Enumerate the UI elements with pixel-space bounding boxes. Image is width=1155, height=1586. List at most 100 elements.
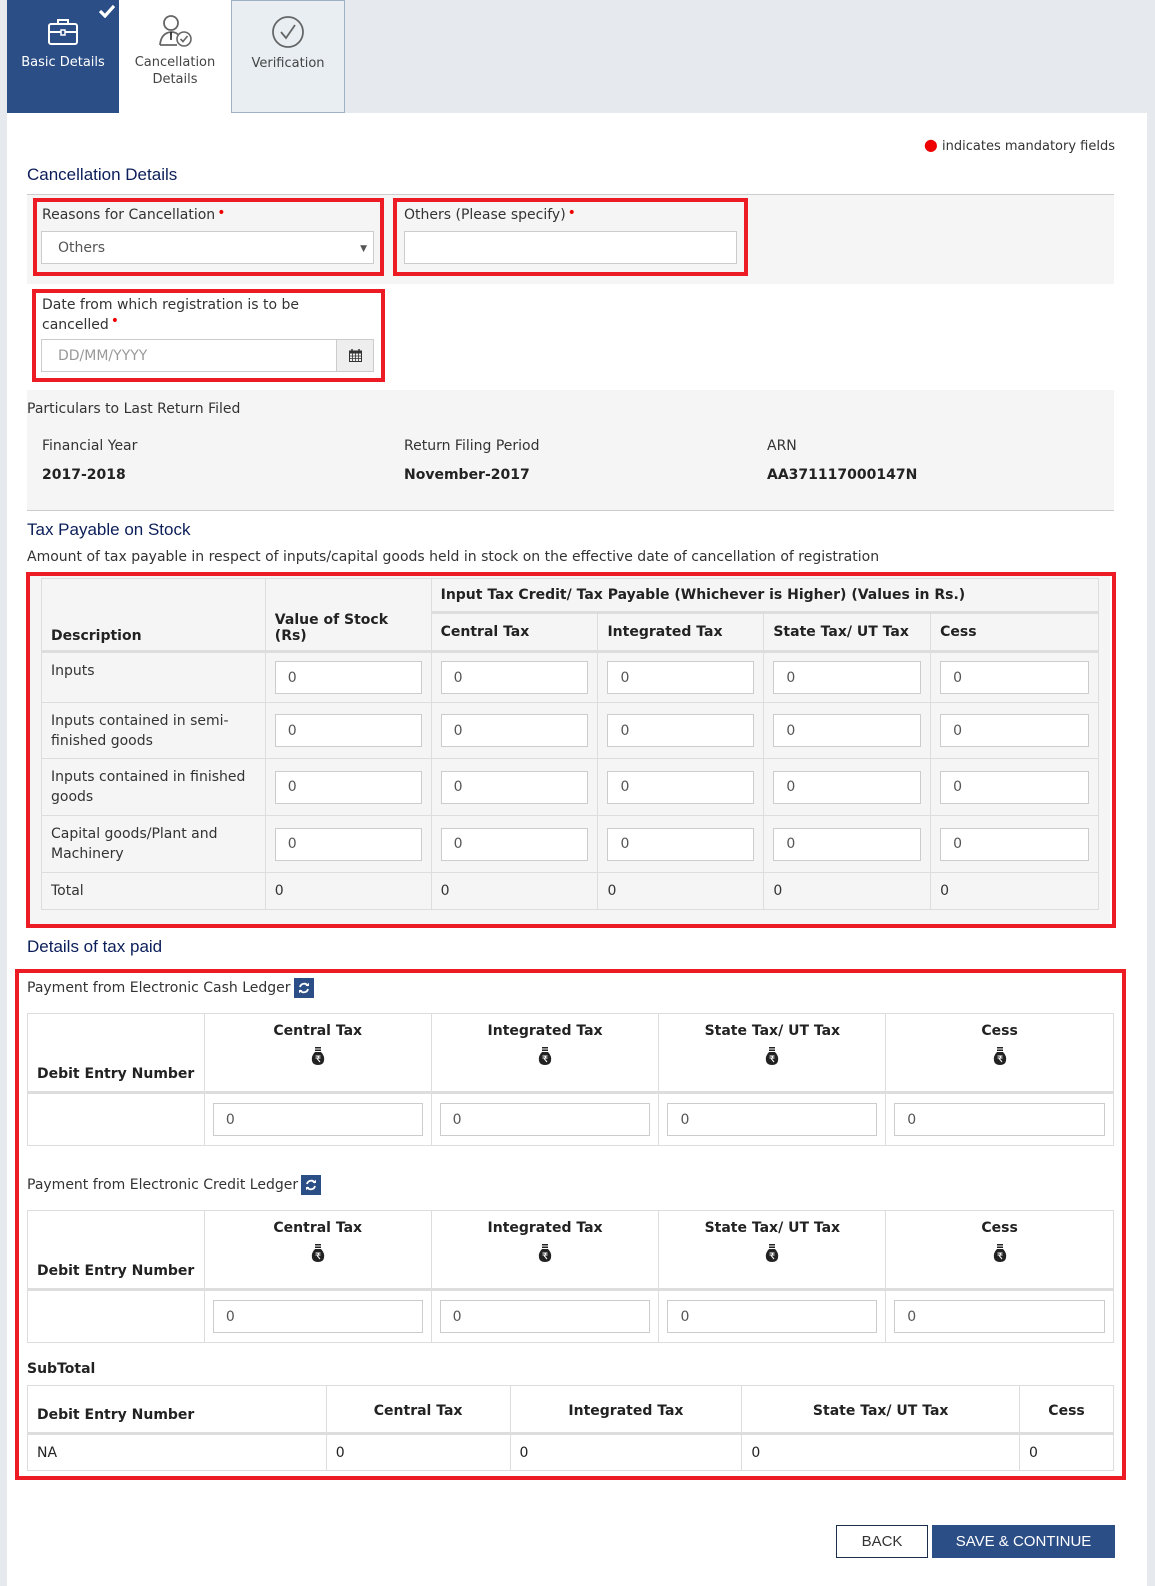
debit-entry-value [27,1091,205,1146]
stock-value-input[interactable]: 0 [274,661,422,694]
total-value: 0 [264,872,432,910]
table-row: NA 0 0 0 0 [27,1432,1114,1471]
col-state-tax: State Tax/ UT Tax [741,1385,1021,1434]
money-bag-rupee-icon [311,1244,324,1262]
cash-ledger-label: Payment from Electronic Cash Ledger [27,978,314,998]
credit-ledger-label: Payment from Electronic Credit Ledger [27,1175,322,1195]
briefcase-icon [48,19,78,45]
refresh-icon [298,982,309,994]
table-row: Inputs 0 0 0 0 0 [41,650,1099,703]
money-bag-rupee-icon [993,1244,1006,1262]
col-debit-entry: Debit Entry Number [27,1210,205,1290]
refresh-icon [306,1179,317,1191]
central-tax-input[interactable]: 0 [440,714,589,747]
stock-value-input[interactable]: 0 [274,770,422,804]
arn-value: AA371117000147N [767,467,918,483]
integrated-tax-input[interactable]: 0 [607,714,755,747]
cash-central-tax-input[interactable]: 0 [212,1103,423,1136]
col-integrated-tax: Integrated Tax [430,1013,660,1093]
cash-state-tax-input[interactable]: 0 [667,1103,878,1136]
subtotal-debit-entry: NA [27,1432,327,1471]
cash-ledger-table: Debit Entry Number Central Tax Integrate… [27,1013,1114,1146]
section-heading-tax-paid: Details of tax paid [27,937,163,956]
credit-ledger-table: Debit Entry Number Central Tax Integrate… [27,1210,1114,1343]
wizard-tabs: Basic Details Cancellation Details Verif… [7,0,345,113]
cess-input[interactable]: 0 [940,661,1089,694]
financial-year-value: 2017-2018 [42,467,126,483]
cash-cess-input[interactable]: 0 [894,1103,1105,1136]
total-cess: 0 [930,872,1099,910]
calendar-button[interactable] [336,339,374,372]
row-label: Inputs contained in finished goods [41,758,266,816]
col-group-itc: Input Tax Credit/ Tax Payable (Whichever… [430,578,1100,613]
cess-input[interactable]: 0 [940,827,1089,861]
credit-central-tax-input[interactable]: 0 [212,1300,423,1333]
debit-entry-value [27,1288,205,1343]
reason-label: Reasons for Cancellation • [42,205,226,223]
col-central-tax: Central Tax [203,1013,432,1093]
date-input[interactable]: DD/MM/YYYY [41,339,337,372]
integrated-tax-input[interactable]: 0 [607,661,755,694]
central-tax-input[interactable]: 0 [440,827,589,861]
col-state-tax: State Tax/ UT Tax [658,1013,887,1093]
row-label: Inputs contained in semi-finished goods [41,702,266,759]
money-bag-rupee-icon [311,1047,324,1065]
required-dot-icon: ● [923,135,938,154]
table-row: 0 0 0 0 [27,1091,1114,1146]
reason-select[interactable]: Others ▼ [41,231,374,264]
money-bag-rupee-icon [766,1047,779,1065]
cess-input[interactable]: 0 [940,770,1089,804]
col-debit-entry: Debit Entry Number [27,1013,205,1093]
credit-state-tax-input[interactable]: 0 [667,1300,878,1333]
return-period-value: November-2017 [404,467,530,483]
central-tax-input[interactable]: 0 [440,661,589,694]
subtotal-table: Debit Entry Number Central Tax Integrate… [27,1385,1114,1471]
tab-label: Cancellation Details [134,55,216,87]
col-central-tax: Central Tax [430,611,599,652]
subtotal-integrated-tax: 0 [509,1432,743,1471]
integrated-tax-input[interactable]: 0 [607,827,755,861]
col-integrated-tax: Integrated Tax [509,1385,743,1434]
subtotal-heading: SubTotal [27,1361,96,1377]
money-bag-rupee-icon [538,1244,552,1262]
col-cess: Cess [885,1013,1114,1093]
completed-check-icon [99,4,115,18]
tab-verification[interactable]: Verification [232,0,345,113]
cess-input[interactable]: 0 [940,714,1089,747]
refresh-credit-ledger-button[interactable] [301,1175,322,1195]
check-circle-icon [272,16,304,48]
row-label: Inputs [41,650,266,703]
tab-cancellation-details[interactable]: Cancellation Details [119,0,232,113]
credit-cess-input[interactable]: 0 [894,1300,1105,1333]
row-label: Capital goods/Plant and Machinery [41,815,266,873]
section-heading-cancellation: Cancellation Details [27,165,178,184]
total-row: Total 0 0 0 0 0 [41,872,1099,910]
save-continue-button[interactable]: SAVE & CONTINUE [932,1525,1115,1558]
col-integrated-tax: Integrated Tax [430,1210,660,1290]
divider [27,510,1114,511]
central-tax-input[interactable]: 0 [440,770,589,804]
state-tax-input[interactable]: 0 [773,770,922,804]
refresh-cash-ledger-button[interactable] [293,978,314,998]
state-tax-input[interactable]: 0 [773,714,922,747]
subtotal-state-tax: 0 [741,1432,1021,1471]
col-state-tax: State Tax/ UT Tax [763,611,932,652]
stock-value-input[interactable]: 0 [274,714,422,747]
state-tax-input[interactable]: 0 [773,827,922,861]
stock-value-input[interactable]: 0 [274,827,422,861]
money-bag-rupee-icon [993,1047,1006,1065]
calendar-icon [348,349,362,362]
integrated-tax-input[interactable]: 0 [607,770,755,804]
date-placeholder: DD/MM/YYYY [58,347,148,364]
state-tax-input[interactable]: 0 [773,661,922,694]
credit-integrated-tax-input[interactable]: 0 [439,1300,651,1333]
user-check-icon [159,15,192,47]
tab-label: Basic Details [21,55,105,70]
table-row: 0 0 0 0 [27,1288,1114,1343]
tab-basic-details[interactable]: Basic Details [7,0,119,113]
back-button[interactable]: BACK [836,1525,928,1558]
tab-label: Verification [251,56,325,71]
others-specify-input[interactable] [404,231,737,264]
cash-integrated-tax-input[interactable]: 0 [439,1103,651,1136]
col-debit-entry: Debit Entry Number [27,1385,327,1434]
